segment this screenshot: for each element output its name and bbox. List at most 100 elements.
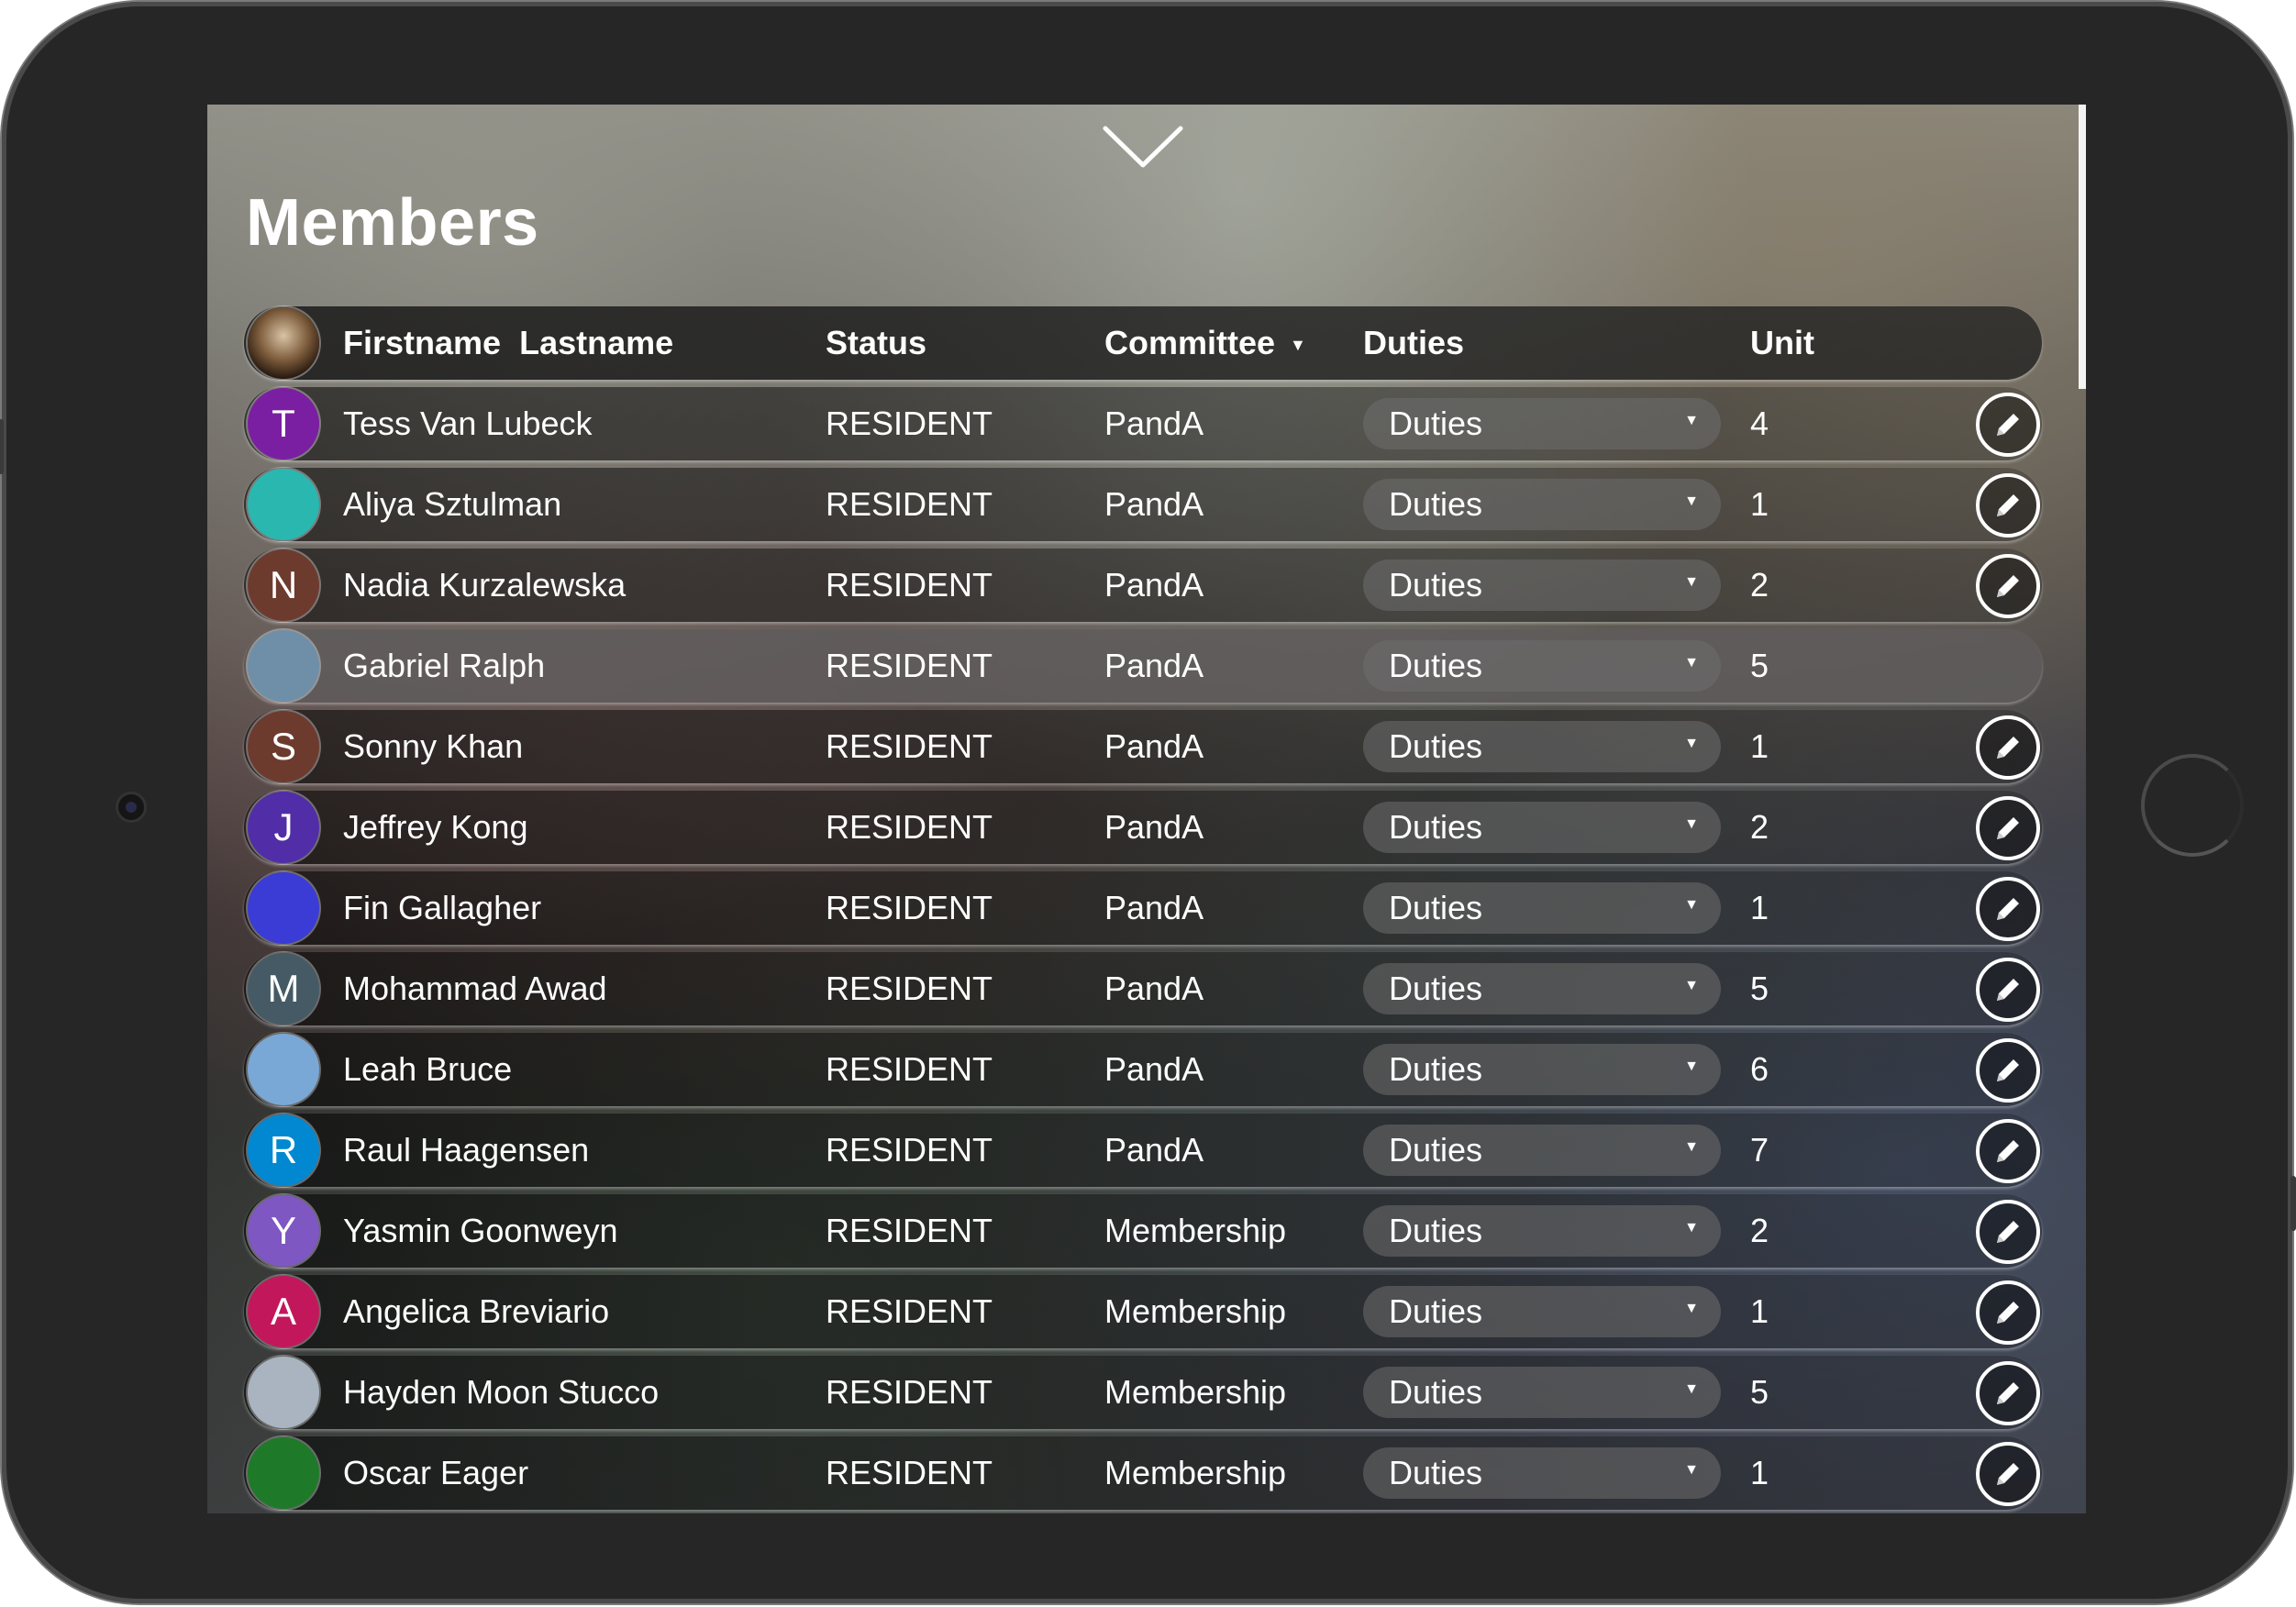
table-row[interactable]: Gabriel Ralph RESIDENT PandA Duties ▼ 5 [244,629,2042,703]
duties-dropdown-value: Duties [1389,485,1483,523]
table-row[interactable]: Aliya Sztulman RESIDENT PandA Duties ▼ 1 [244,468,2042,541]
member-committee: PandA [1104,647,1204,684]
duties-dropdown-value: Duties [1389,1292,1483,1330]
caret-down-icon: ▼ [1684,736,1699,751]
member-status: RESIDENT [826,1292,993,1330]
table-row[interactable]: A Angelica Breviario RESIDENT Membership Dut… [244,1275,2042,1348]
table-row[interactable]: Y Yasmin Goonweyn RESIDENT Membership Duties… [244,1194,2042,1268]
member-unit: 4 [1750,405,1769,442]
duties-dropdown[interactable]: Duties ▼ [1363,398,1721,449]
duties-dropdown[interactable]: Duties ▼ [1363,1367,1721,1418]
caret-down-icon: ▼ [1684,1058,1699,1074]
header-unit[interactable]: Unit [1750,306,1814,380]
current-user-avatar[interactable] [248,307,319,379]
header-lastname[interactable]: Lastname [519,324,673,361]
member-committee: Membership [1104,1454,1287,1491]
member-status: RESIDENT [826,1454,993,1491]
avatar [248,630,319,702]
avatar [248,469,319,540]
member-status: RESIDENT [826,1212,993,1249]
member-name: Nadia Kurzalewska [343,566,627,604]
duties-dropdown[interactable]: Duties ▼ [1363,963,1721,1014]
edit-button[interactable] [1976,1038,2040,1103]
member-committee: PandA [1104,970,1204,1007]
scrollbar[interactable] [2079,105,2086,389]
member-unit: 1 [1750,889,1769,926]
edit-button[interactable] [1976,393,2040,457]
header-status[interactable]: Status [826,306,926,380]
member-name: Leah Bruce [343,1050,513,1088]
duties-dropdown[interactable]: Duties ▼ [1363,1044,1721,1095]
home-button[interactable] [2141,754,2244,857]
member-name: Mohammad Awad [343,970,607,1007]
duties-dropdown[interactable]: Duties ▼ [1363,1125,1721,1176]
caret-down-icon: ▼ [1684,816,1699,832]
caret-down-icon[interactable]: ▼ [1290,336,1306,354]
table-row[interactable]: R Raul Haagensen RESIDENT PandA Duties ▼ 7 [244,1114,2042,1187]
header-duties[interactable]: Duties [1363,306,1464,380]
member-committee: PandA [1104,889,1204,926]
edit-button[interactable] [1976,715,2040,780]
member-committee: PandA [1104,808,1204,846]
avatar: R [248,1114,319,1186]
edit-button[interactable] [1976,1200,2040,1264]
duties-dropdown[interactable]: Duties ▼ [1363,1286,1721,1337]
table-row[interactable]: N Nadia Kurzalewska RESIDENT PandA Duties ▼ 2 [244,549,2042,622]
avatar: S [248,711,319,782]
avatar: T [248,388,319,460]
caret-down-icon: ▼ [1684,574,1699,590]
table-row[interactable]: M Mohammad Awad RESIDENT PandA Duties ▼ 5 [244,952,2042,1025]
duties-dropdown[interactable]: Duties ▼ [1363,640,1721,692]
edit-button[interactable] [1976,796,2040,860]
member-status: RESIDENT [826,1050,993,1088]
duties-dropdown[interactable]: Duties ▼ [1363,721,1721,772]
member-status: RESIDENT [826,970,993,1007]
member-name: Hayden Moon Stucco [343,1373,660,1411]
duties-dropdown-value: Duties [1389,970,1483,1007]
table-row[interactable]: J Jeffrey Kong RESIDENT PandA Duties ▼ 2 [244,791,2042,864]
table-row[interactable]: Hayden Moon Stucco RESIDENT Membership Duti… [244,1356,2042,1429]
edit-button[interactable] [1976,1119,2040,1183]
edit-button[interactable] [1976,1442,2040,1506]
edit-button[interactable] [1976,958,2040,1022]
header-firstname[interactable]: Firstname [343,324,501,361]
duties-dropdown[interactable]: Duties ▼ [1363,802,1721,853]
member-name: Angelica Breviario [343,1292,610,1330]
duties-dropdown-value: Duties [1389,727,1483,765]
table-row[interactable]: S Sonny Khan RESIDENT PandA Duties ▼ 1 [244,710,2042,783]
duties-dropdown-value: Duties [1389,566,1483,604]
duties-dropdown-value: Duties [1389,1454,1483,1491]
edit-button[interactable] [1976,1361,2040,1425]
duties-dropdown[interactable]: Duties ▼ [1363,1205,1721,1257]
member-status: RESIDENT [826,405,993,442]
avatar: Y [248,1195,319,1267]
duties-dropdown[interactable]: Duties ▼ [1363,479,1721,530]
table-row[interactable]: Leah Bruce RESIDENT PandA Duties ▼ 6 [244,1033,2042,1106]
table-row[interactable]: T Tess Van Lubeck RESIDENT PandA Duties ▼ 4 [244,387,2042,460]
duties-dropdown[interactable]: Duties ▼ [1363,882,1721,934]
avatar [248,1437,319,1509]
caret-down-icon: ▼ [1684,413,1699,428]
table-row[interactable]: Oscar Eager RESIDENT Membership Duties ▼ 1 [244,1436,2042,1510]
header-committee[interactable]: Committee ▼ [1104,306,1306,380]
member-status: RESIDENT [826,647,993,684]
avatar-initial: T [272,402,295,445]
duties-dropdown-value: Duties [1389,405,1483,442]
avatar-initial: J [273,805,294,848]
duties-dropdown[interactable]: Duties ▼ [1363,1447,1721,1499]
caret-down-icon: ▼ [1684,1220,1699,1236]
header-committee-label[interactable]: Committee [1104,324,1275,361]
duties-dropdown[interactable]: Duties ▼ [1363,560,1721,611]
member-status: RESIDENT [826,1373,993,1411]
edit-button[interactable] [1976,1280,2040,1345]
edit-button[interactable] [1976,473,2040,538]
page-title: Members [246,186,539,260]
edit-button[interactable] [1976,554,2040,618]
edit-button[interactable] [1976,877,2040,941]
chevron-down-icon[interactable] [1102,123,1184,171]
avatar-initial: S [270,725,296,768]
duties-dropdown-value: Duties [1389,808,1483,846]
member-committee: Membership [1104,1212,1287,1249]
header-name[interactable]: Firstname Lastname [343,306,673,380]
table-row[interactable]: Fin Gallagher RESIDENT PandA Duties ▼ 1 [244,871,2042,945]
